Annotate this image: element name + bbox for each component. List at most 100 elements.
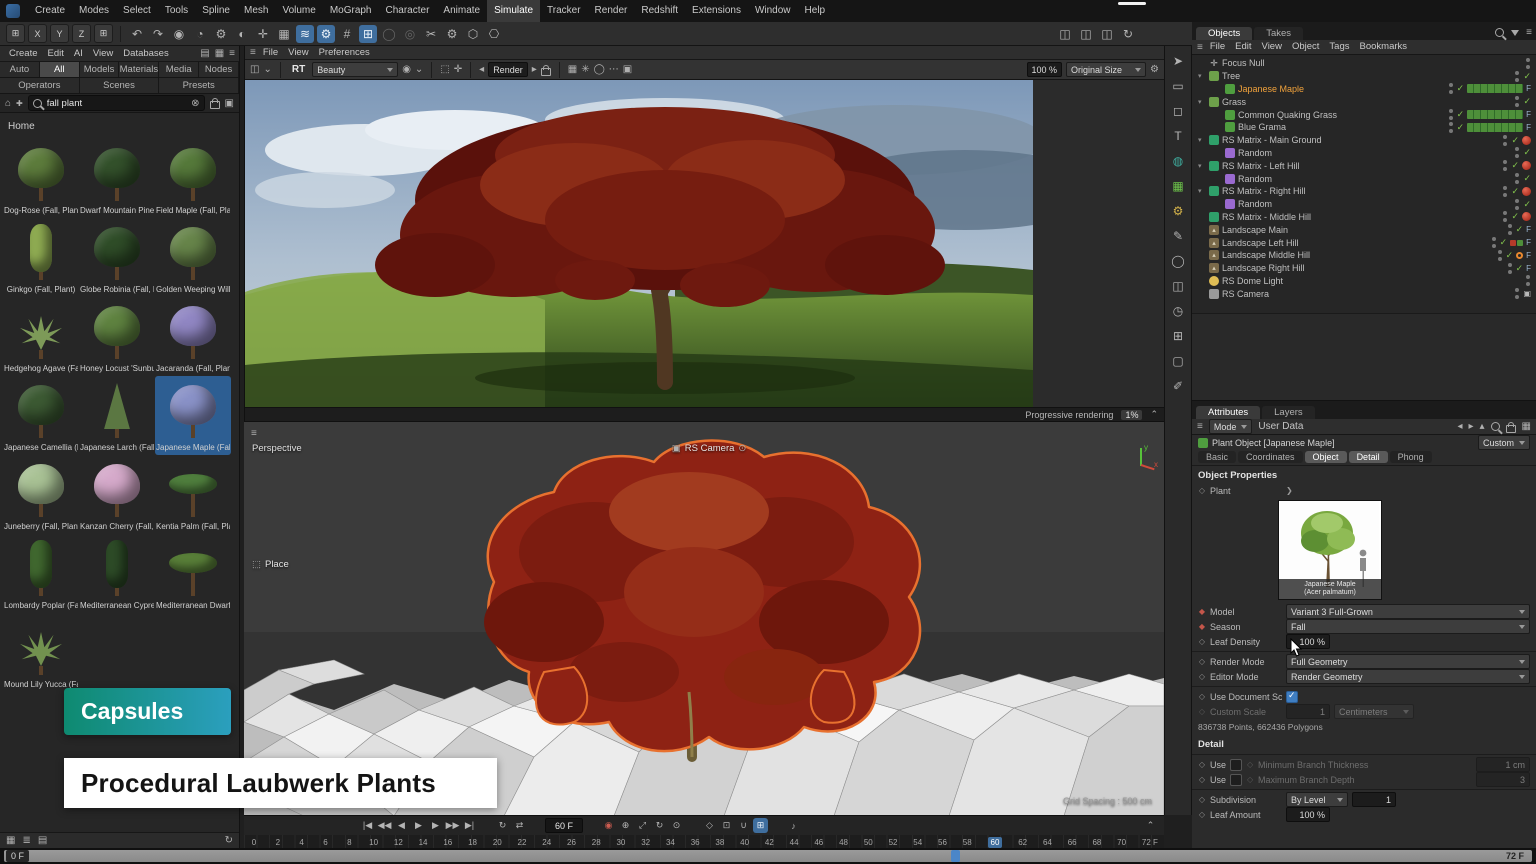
enabled-check[interactable]: ✓: [1516, 224, 1524, 235]
menu-item[interactable]: Character: [379, 0, 437, 22]
loop-icon[interactable]: ↻: [495, 818, 510, 833]
prev-key-button[interactable]: ◀◀: [377, 818, 392, 833]
panel-tab[interactable]: Layers: [1262, 406, 1315, 419]
object-row[interactable]: ▾ Common Quaking Grass ✓: [1192, 108, 1536, 121]
enabled-check[interactable]: ✓: [1523, 96, 1531, 107]
filter-tab[interactable]: Models: [80, 62, 120, 77]
text-tool-icon[interactable]: T: [1169, 127, 1187, 145]
save-all-icon[interactable]: ◫: [1098, 25, 1116, 43]
asset-item[interactable]: Hedgehog Agave (Fall...: [3, 297, 79, 376]
visibility-dots[interactable]: [1503, 160, 1508, 171]
redshift-material-tag[interactable]: [1522, 161, 1531, 170]
parent-icon[interactable]: [1480, 421, 1485, 432]
asset-item[interactable]: Jacaranda (Fall, Plant): [155, 297, 231, 376]
asset-item[interactable]: Kanzan Cherry (Fall, Pl...: [79, 455, 155, 534]
visibility-dots[interactable]: [1492, 237, 1497, 248]
range-start[interactable]: 0 F: [6, 850, 29, 862]
user-data-label[interactable]: User Data: [1258, 421, 1303, 432]
mode-dropdown[interactable]: Mode: [1209, 419, 1253, 434]
visibility-dots[interactable]: [1526, 58, 1531, 69]
primitive-icon[interactable]: ◯: [1169, 252, 1187, 270]
expand-timeline-icon[interactable]: ⌃: [1143, 818, 1158, 833]
breadcrumb[interactable]: Home: [0, 113, 239, 135]
pointer-icon[interactable]: ➤: [1169, 52, 1187, 70]
asset-item[interactable]: Japanese Camellia (Fal...: [3, 376, 79, 455]
property-tab[interactable]: Coordinates: [1238, 451, 1303, 463]
place-tool-label[interactable]: Place: [252, 559, 289, 570]
visibility-dots[interactable]: [1515, 173, 1520, 184]
render-view-settings-icon[interactable]: [1150, 64, 1159, 75]
active-camera-label[interactable]: RS Camera: [672, 443, 747, 454]
visibility-dots[interactable]: [1503, 186, 1508, 197]
add-icon[interactable]: [16, 99, 23, 108]
filter-icon[interactable]: [1511, 30, 1519, 36]
visibility-dots[interactable]: [1515, 96, 1520, 107]
lock-icon[interactable]: [1506, 425, 1516, 433]
enabled-check[interactable]: ✓: [1500, 237, 1508, 248]
simulation-settings-icon[interactable]: ⚙: [317, 25, 335, 43]
object-row[interactable]: ▾ Landscape Right Hill ✓: [1192, 262, 1536, 275]
asset-item[interactable]: Ginkgo (Fall, Plant): [3, 218, 79, 297]
menu-item[interactable]: Spline: [195, 0, 237, 22]
menu-item[interactable]: File: [1205, 40, 1230, 54]
channels-icon[interactable]: [568, 64, 577, 75]
visibility-dots[interactable]: [1503, 211, 1508, 222]
object-row[interactable]: ▾ RS Camera ✓: [1192, 287, 1536, 300]
property-tab[interactable]: Basic: [1198, 451, 1236, 463]
capsule-icon[interactable]: ⬡: [464, 25, 482, 43]
compare-options-icon[interactable]: [415, 64, 423, 75]
play-button[interactable]: ▶: [411, 818, 426, 833]
range-end[interactable]: 72 F: [1506, 851, 1532, 861]
category-tab[interactable]: Operators: [0, 78, 80, 93]
spline-pen-icon[interactable]: ✎: [1169, 227, 1187, 245]
goto-start-button[interactable]: |◀: [360, 818, 375, 833]
render-history-field[interactable]: Render: [488, 62, 528, 77]
thumbnail-size-icon[interactable]: [6, 835, 15, 846]
z-axis-lock-button[interactable]: Z: [72, 24, 91, 43]
zoom-level-field[interactable]: 100 %: [1027, 62, 1063, 77]
expand-arrow[interactable]: ▾: [1198, 98, 1206, 106]
asset-item[interactable]: Juneberry (Fall, Plant): [3, 455, 79, 534]
panel-menu-icon[interactable]: [250, 47, 256, 58]
detail-view-icon[interactable]: [38, 835, 47, 846]
object-row[interactable]: ▾ Random ✓: [1192, 147, 1536, 160]
property-tab[interactable]: Object: [1305, 451, 1347, 463]
visibility-dots[interactable]: [1508, 263, 1513, 274]
color-wheel-icon[interactable]: [594, 64, 605, 75]
y-axis-lock-button[interactable]: Y: [50, 24, 69, 43]
menu-item[interactable]: Bookmarks: [1355, 40, 1413, 54]
menu-item[interactable]: Tools: [158, 0, 195, 22]
menu-icon[interactable]: [1197, 421, 1203, 432]
enabled-check[interactable]: ✓: [1523, 173, 1531, 184]
visibility-dots[interactable]: [1526, 275, 1531, 286]
menu-item[interactable]: Select: [116, 0, 158, 22]
menu-icon[interactable]: [1197, 42, 1203, 53]
asset-item[interactable]: Globe Robinia (Fall, Pl...: [79, 218, 155, 297]
asset-item[interactable]: Mediterranean Dwarf ...: [155, 534, 231, 613]
editor-mode-dropdown[interactable]: Render Geometry: [1286, 669, 1530, 684]
ab-compare-icon[interactable]: [402, 64, 411, 75]
filter-tab[interactable]: All: [40, 62, 80, 77]
refresh-icon[interactable]: [225, 835, 233, 846]
range-slider[interactable]: 0 F 72 F: [4, 850, 1532, 862]
search-icon[interactable]: [1491, 422, 1500, 431]
viewport-menu-icon[interactable]: [251, 428, 257, 439]
redshift-material-tag[interactable]: [1522, 212, 1531, 221]
frame-icon[interactable]: ▭: [1169, 77, 1187, 95]
menu-item[interactable]: Object: [1287, 40, 1324, 54]
save-options-icon[interactable]: [263, 64, 271, 75]
object-row[interactable]: ▾ RS Matrix - Main Ground ✓: [1192, 134, 1536, 147]
panel-tab[interactable]: Takes: [1254, 27, 1303, 40]
prev-frame-button[interactable]: ◀: [394, 818, 409, 833]
subdivision-dropdown[interactable]: By Level: [1286, 792, 1348, 807]
render-region-icon[interactable]: ◔: [191, 25, 209, 43]
menu-item[interactable]: Volume: [275, 0, 322, 22]
snap-key-icon[interactable]: ⊞: [753, 818, 768, 833]
property-tab[interactable]: Detail: [1349, 451, 1388, 463]
history-forward-icon[interactable]: [1468, 421, 1473, 432]
search-input[interactable]: [45, 97, 188, 110]
use-max-branch-checkbox[interactable]: [1230, 774, 1242, 786]
model-dropdown[interactable]: Variant 3 Full-Grown: [1286, 604, 1530, 619]
custom-scale-unit-dropdown[interactable]: Centimeters: [1334, 704, 1414, 719]
material-manager-icon[interactable]: ◐: [233, 25, 251, 43]
